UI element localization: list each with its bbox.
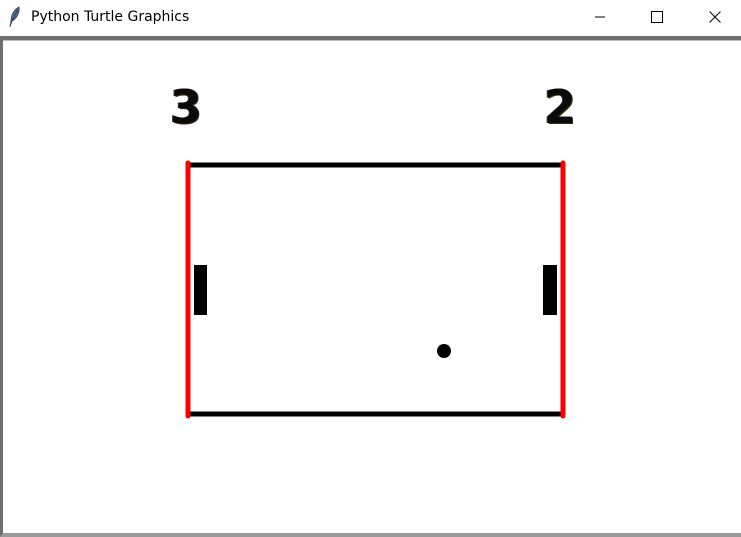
right-paddle: [543, 265, 557, 315]
left-paddle: [194, 265, 207, 315]
ball: [437, 344, 451, 358]
turtle-canvas: [185, 160, 566, 419]
left-score: 3: [170, 80, 203, 134]
right-score: 2: [544, 80, 577, 134]
